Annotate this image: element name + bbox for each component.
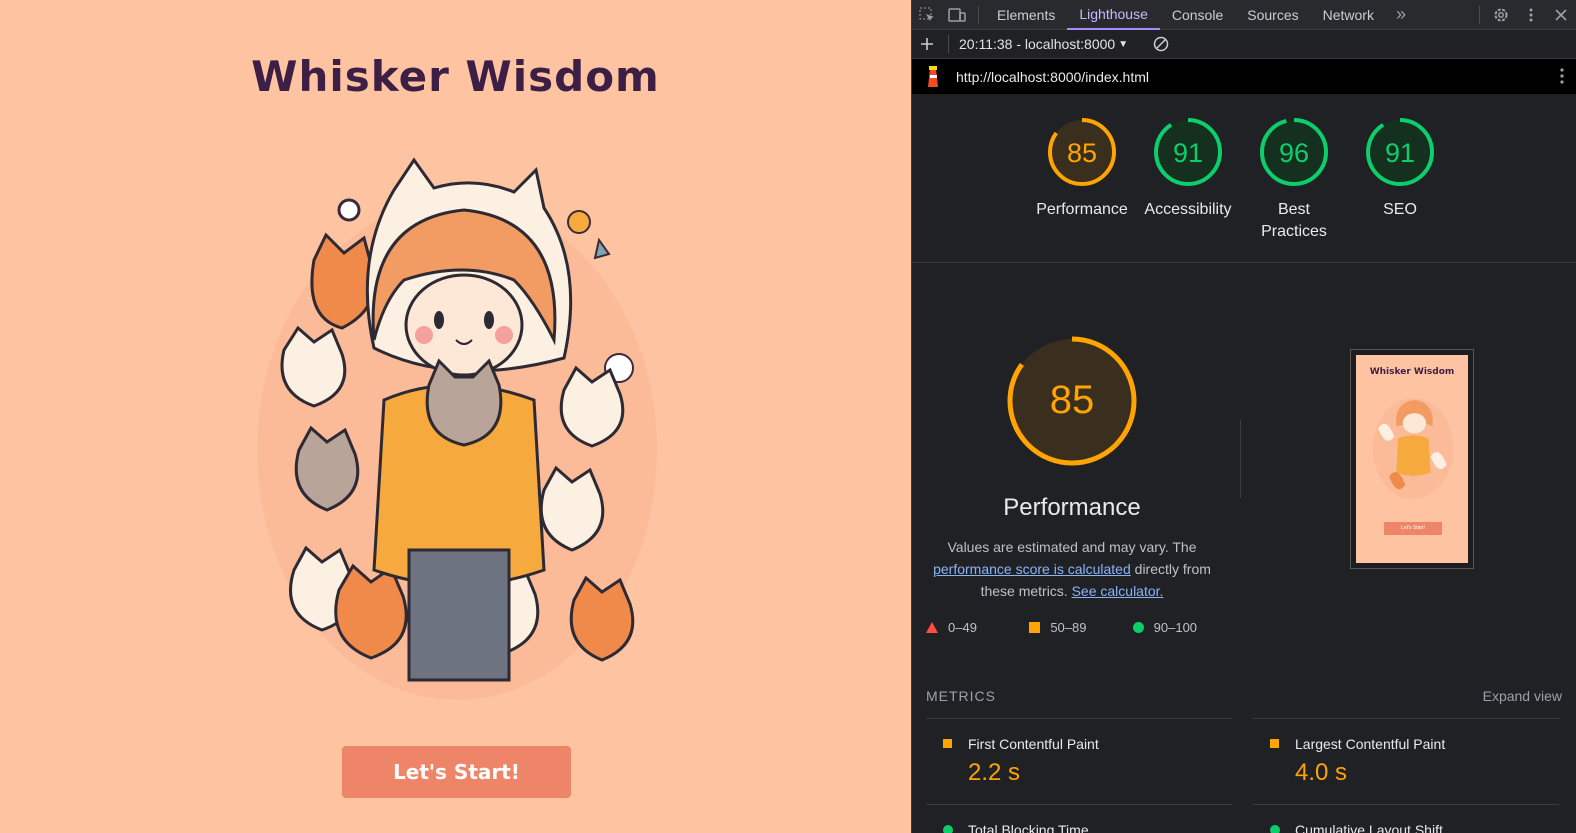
circle-icon (1132, 622, 1144, 633)
toolbar-separator (948, 35, 949, 53)
metrics-header: METRICS Expand view (926, 688, 1562, 704)
score-ring: 96 (1260, 118, 1328, 186)
kebab-menu-icon[interactable] (1516, 0, 1546, 30)
tab-elements[interactable]: Elements (985, 0, 1067, 30)
lighthouse-toolbar: 20:11:38 - localhost:8000 ▼ (912, 30, 1576, 59)
performance-title: Performance (1003, 494, 1141, 521)
gauge-label: Best Practices (1261, 201, 1327, 240)
pass-circle-icon (1270, 825, 1280, 833)
score-legend: 0–49 50–89 90–100 (926, 620, 1236, 635)
gauge-label: Performance (1036, 201, 1128, 218)
tab-network[interactable]: Network (1311, 0, 1386, 30)
lets-start-button[interactable]: Let's Start! (342, 746, 571, 798)
report-url-bar: http://localhost:8000/index.html (912, 59, 1576, 94)
average-square-icon (943, 739, 952, 748)
thumbnail-page: Whisker Wisdom Let's Start! (1356, 355, 1468, 563)
report-selector-label: 20:11:38 - localhost:8000 (959, 36, 1116, 52)
tab-lighthouse[interactable]: Lighthouse (1067, 0, 1160, 30)
devtools-tab-bar: Elements Lighthouse Console Sources Netw… (912, 0, 1576, 30)
triangle-icon (926, 622, 938, 633)
inspect-element-icon[interactable] (912, 0, 942, 30)
metric-name: Largest Contentful Paint (1295, 736, 1446, 752)
average-square-icon (1270, 739, 1279, 748)
new-report-plus-icon[interactable] (912, 29, 942, 59)
score-value: 91 (1173, 138, 1203, 168)
metric-value: 2.2 s (968, 759, 1021, 786)
score-value: 91 (1385, 138, 1415, 168)
clear-reports-icon[interactable] (1146, 29, 1176, 59)
performance-big-gauge: 85 (1007, 336, 1137, 466)
report-selector[interactable]: 20:11:38 - localhost:8000 ▼ (959, 36, 1128, 52)
report-url[interactable]: http://localhost:8000/index.html (956, 69, 1149, 85)
metrics-heading: METRICS (926, 688, 996, 704)
metric-value: 4.0 s (1295, 759, 1348, 786)
legend-pass: 90–100 (1132, 620, 1236, 635)
lighthouse-logo-icon (924, 65, 942, 89)
settings-gear-icon[interactable] (1486, 0, 1516, 30)
score-ring: 85 (1048, 118, 1116, 186)
thumbnail-button: Let's Start! (1384, 522, 1442, 535)
score-ring: 91 (1154, 118, 1222, 186)
score-ring: 91 (1366, 118, 1434, 186)
close-devtools-icon[interactable] (1546, 0, 1576, 30)
desc-text-1: Values are estimated and may vary. The (947, 539, 1197, 555)
toolbar-separator (978, 5, 979, 24)
metric-lcp: Largest Contentful Paint 4.0 s (1253, 718, 1559, 804)
gauge-performance[interactable]: 85 Performance (1027, 116, 1137, 221)
dropdown-triangle-icon: ▼ (1118, 38, 1129, 50)
performance-description: Values are estimated and may vary. The p… (932, 536, 1212, 602)
more-tabs-icon[interactable]: » (1386, 0, 1416, 30)
tab-console[interactable]: Console (1160, 0, 1235, 30)
thumbnail-illustration (1372, 397, 1454, 499)
legend-average: 50–89 (1029, 620, 1132, 635)
score-value: 96 (1279, 138, 1309, 168)
metric-tbt: Total Blocking Time (926, 804, 1232, 833)
legend-fail: 0–49 (926, 620, 1029, 635)
square-icon (1029, 622, 1041, 633)
metric-cls: Cumulative Layout Shift (1253, 804, 1559, 833)
app-title: Whisker Wisdom (251, 52, 660, 101)
cat-girl-illustration (257, 157, 657, 700)
metric-name: Total Blocking Time (968, 822, 1089, 833)
section-divider (1240, 420, 1241, 498)
device-toolbar-icon[interactable] (942, 0, 972, 30)
score-calculated-link[interactable]: performance score is calculated (933, 561, 1131, 577)
toolbar-separator (1479, 6, 1480, 24)
app-viewport: Whisker Wisdom Let's Start! (0, 0, 911, 833)
metric-name: First Contentful Paint (968, 736, 1099, 752)
gauge-seo[interactable]: 91 SEO (1345, 116, 1455, 221)
metric-fcp: First Contentful Paint 2.2 s (926, 718, 1232, 804)
gauge-label: SEO (1383, 201, 1417, 218)
gauge-accessibility[interactable]: 91 Accessibility (1133, 116, 1243, 221)
legend-fail-label: 0–49 (948, 620, 977, 635)
thumbnail-title: Whisker Wisdom (1369, 367, 1455, 377)
see-calculator-link[interactable]: See calculator. (1072, 583, 1164, 599)
performance-section: 85 Performance Values are estimated and … (912, 265, 1576, 833)
devtools-panel: Elements Lighthouse Console Sources Netw… (911, 0, 1576, 833)
performance-big-score: 85 (1050, 378, 1095, 422)
pass-circle-icon (943, 825, 953, 833)
legend-average-label: 50–89 (1050, 620, 1087, 635)
gauge-best-practices[interactable]: 96 Best Practices (1239, 116, 1349, 243)
legend-pass-label: 90–100 (1153, 620, 1198, 635)
metric-name: Cumulative Layout Shift (1295, 822, 1443, 833)
gauge-label: Accessibility (1144, 201, 1232, 218)
final-screenshot-thumbnail[interactable]: Whisker Wisdom Let's Start! (1350, 349, 1474, 569)
category-scores: 85 Performance 91 Accessibility 96 Best … (912, 94, 1576, 263)
url-menu-icon[interactable] (1560, 67, 1564, 88)
expand-view-toggle[interactable]: Expand view (1483, 688, 1562, 704)
score-value: 85 (1067, 138, 1097, 168)
tab-sources[interactable]: Sources (1235, 0, 1310, 30)
